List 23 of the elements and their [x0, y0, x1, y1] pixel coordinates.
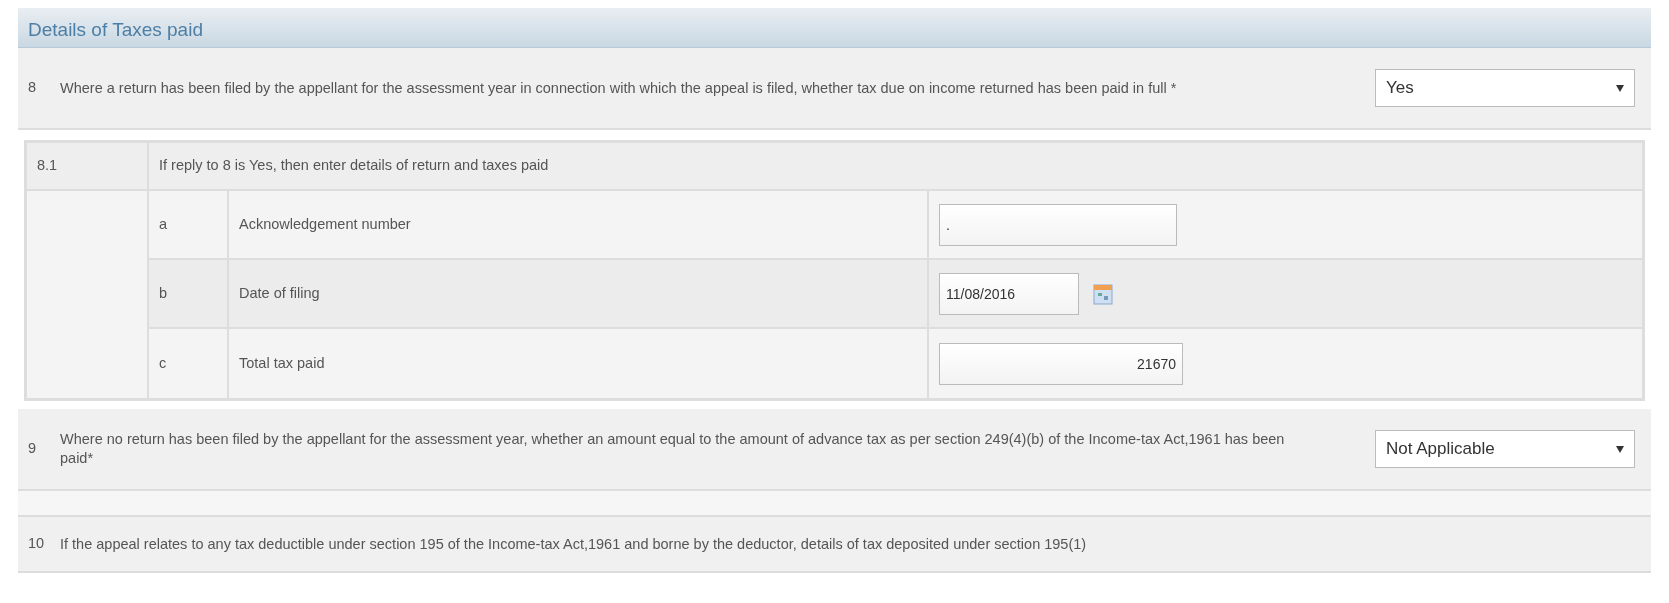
question-text: If the appeal relates to any tax deductible under section 195 of the Income-tax Act,1961 and borne by the deductor, details of tax deposited under section 195(1) — [59, 534, 1088, 554]
dropdown-arrow-icon — [1616, 445, 1624, 453]
field-label: Acknowledgement number — [239, 214, 411, 234]
item-letter: b — [159, 283, 168, 303]
calendar-icon[interactable] — [1093, 282, 1113, 305]
dropdown-arrow-icon — [1616, 84, 1624, 92]
field-label: Date of filing — [239, 283, 320, 303]
question-number: 9 — [28, 439, 37, 459]
question-text: Where no return has been filed by the appellant for the assessment year, whether an amount equal to the amount of advance tax as per section 249(4)(b) of the Income-tax Act,1961 has been paid* — [59, 430, 1286, 468]
field-label: Total tax paid — [239, 353, 325, 373]
answer-dropdown[interactable]: Yes — [1375, 69, 1635, 107]
item-letter: c — [159, 353, 167, 373]
section-title: Details of Taxes paid — [28, 19, 203, 40]
answer-dropdown[interactable]: Not Applicable — [1375, 430, 1635, 468]
question-number: 8.1 — [37, 156, 58, 176]
question-number: 8 — [28, 78, 37, 98]
question-text: Where a return has been filed by the appellant for the assessment year in connection with which the appeal is filed, whether tax due on income returned has been paid in full * — [59, 78, 1178, 98]
question-text: If reply to 8 is Yes, then enter details of return and taxes paid — [159, 157, 549, 174]
question-number: 10 — [28, 534, 45, 554]
input-field[interactable]: 21670 — [939, 342, 1183, 385]
input-field[interactable]: . — [939, 203, 1177, 246]
item-letter: a — [159, 214, 168, 234]
input-field[interactable]: 11/08/2016 — [939, 272, 1079, 315]
